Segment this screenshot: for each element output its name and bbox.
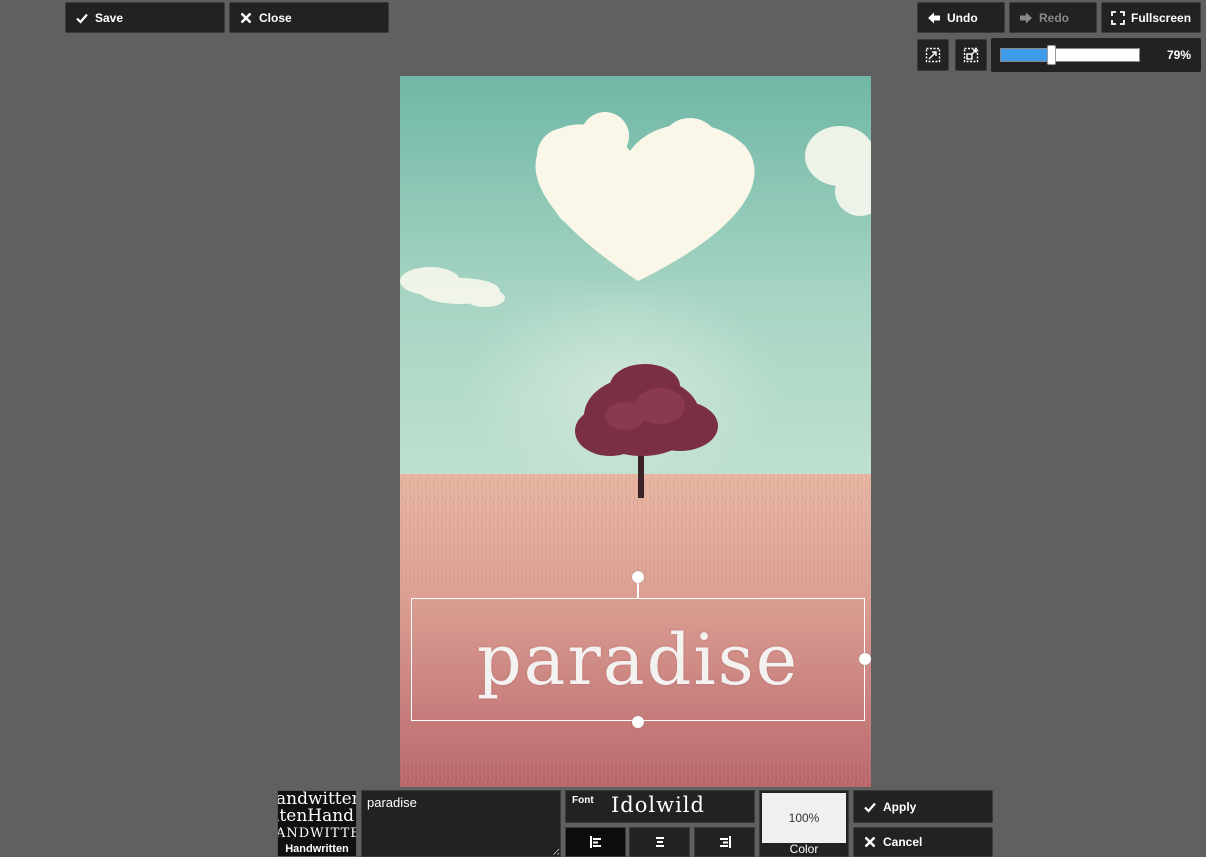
zoom-slider-fill — [1001, 49, 1051, 61]
redo-label: Redo — [1039, 10, 1069, 25]
save-button[interactable]: Save — [65, 2, 225, 33]
close-icon — [239, 11, 253, 25]
close-button[interactable]: Close — [229, 2, 389, 33]
actual-size-icon — [963, 47, 979, 63]
redo-button[interactable]: Redo — [1009, 2, 1097, 33]
check-icon — [75, 11, 89, 25]
cancel-button[interactable]: Cancel — [853, 827, 993, 857]
undo-button[interactable]: Undo — [917, 2, 1005, 33]
check-icon — [863, 800, 877, 814]
align-center-icon — [655, 837, 664, 847]
font-sample-line: ANDWITTEN — [277, 826, 356, 841]
expand-icon — [925, 47, 941, 63]
color-picker[interactable]: 100% Color — [759, 790, 849, 857]
align-right-button[interactable] — [694, 827, 755, 857]
font-category-selector[interactable]: andwitten itenHand ANDWITTEN Handwritten — [277, 790, 357, 857]
zoom-to-fit-button[interactable] — [917, 39, 949, 71]
opacity-value: 100% — [788, 811, 820, 825]
fullscreen-label: Fullscreen — [1131, 10, 1192, 25]
overlay-text: paradise — [476, 618, 800, 701]
align-left-icon — [589, 836, 601, 848]
font-label: Font — [572, 795, 594, 806]
font-sample-line: itenHand — [277, 806, 355, 826]
arrow-left-icon — [927, 11, 941, 25]
font-selector[interactable]: Font Idolwild — [565, 790, 755, 823]
undo-label: Undo — [947, 10, 978, 25]
zoom-panel: 79% — [991, 38, 1201, 72]
fullscreen-button[interactable]: Fullscreen — [1101, 2, 1201, 33]
align-left-button[interactable] — [565, 827, 626, 857]
fullscreen-icon — [1111, 10, 1125, 25]
close-icon — [863, 835, 877, 849]
resize-handle-right[interactable] — [859, 653, 871, 665]
zoom-value: 79% — [1166, 48, 1191, 62]
apply-button[interactable]: Apply — [853, 790, 993, 823]
text-input[interactable] — [361, 790, 561, 857]
close-label: Close — [259, 10, 292, 25]
zoom-slider[interactable] — [1000, 45, 1140, 65]
actual-size-button[interactable] — [955, 39, 987, 71]
rotate-handle[interactable] — [632, 571, 644, 583]
color-label: Color — [789, 842, 819, 856]
text-selection-box[interactable]: paradise — [411, 598, 865, 721]
rotate-line — [637, 583, 639, 598]
cancel-label: Cancel — [883, 835, 923, 849]
align-right-icon — [719, 836, 731, 848]
zoom-slider-thumb[interactable] — [1047, 45, 1056, 65]
color-swatch[interactable]: 100% — [762, 793, 846, 843]
font-category-label: Handwritten — [278, 842, 356, 856]
font-value: Idolwild — [611, 793, 705, 817]
save-label: Save — [95, 10, 124, 25]
arrow-right-icon — [1019, 11, 1033, 25]
align-center-button[interactable] — [629, 827, 690, 857]
apply-label: Apply — [883, 799, 917, 814]
resize-handle-bottom[interactable] — [632, 716, 644, 728]
